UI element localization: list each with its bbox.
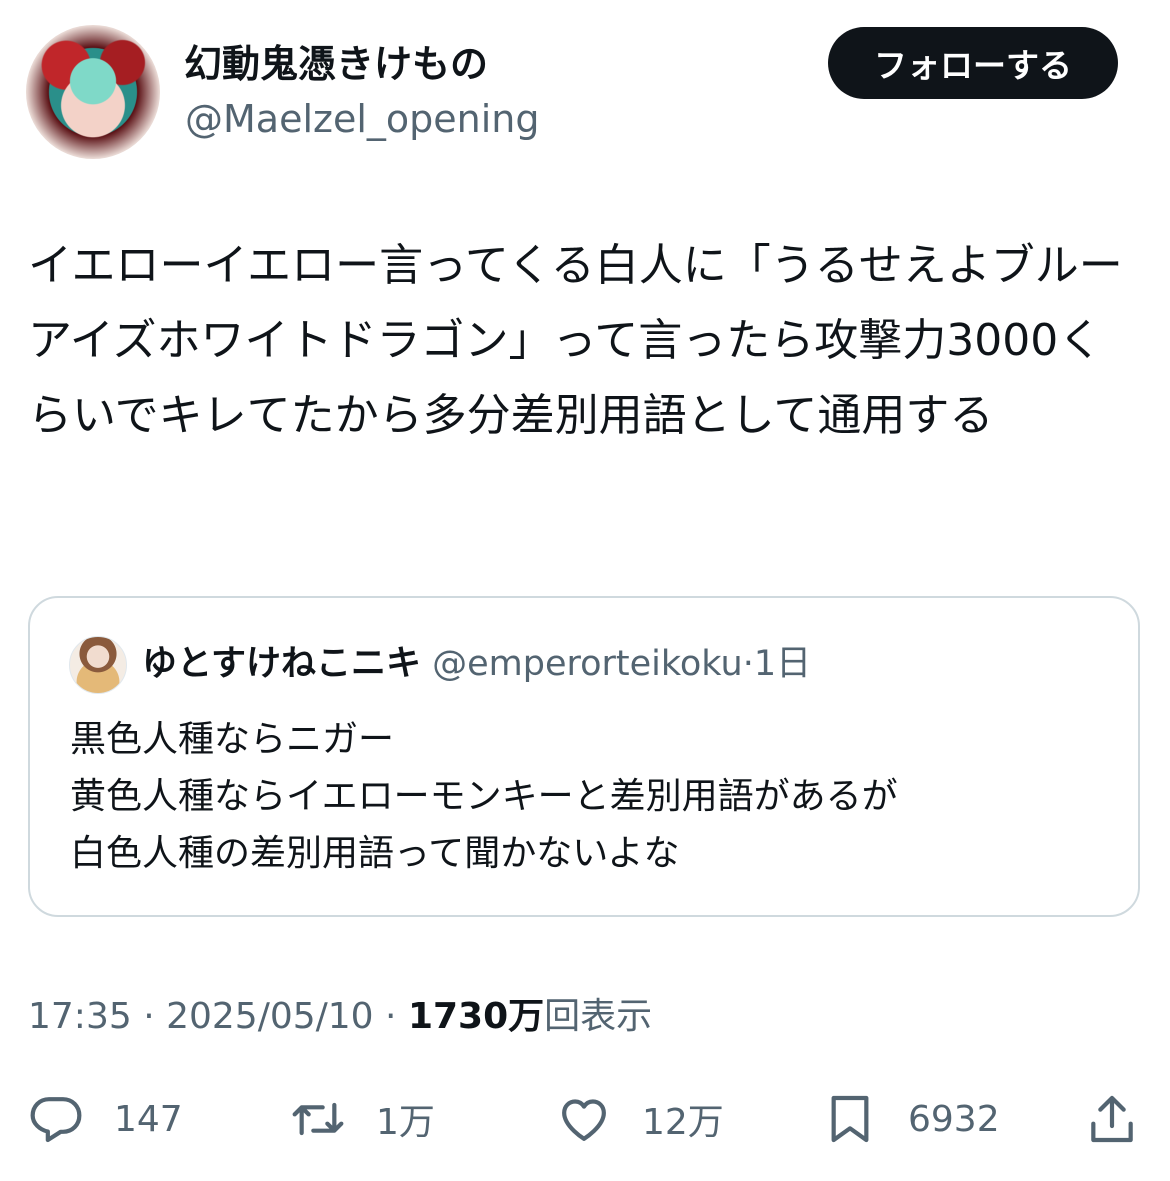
like-count: 12万 <box>642 1102 724 1143</box>
share-icon <box>1091 1095 1133 1143</box>
views-count: 1730万 <box>407 996 545 1037</box>
quoted-text: 黒色人種ならニガー 黄色人種ならイエローモンキーと差別用語があるが 白色人種の差… <box>70 719 898 874</box>
share-button[interactable] <box>1084 1093 1140 1145</box>
author-display-name[interactable]: 幻動鬼憑きけもの <box>184 42 488 86</box>
quoted-display-name: ゆとすけねこニキ <box>142 644 421 684</box>
tweet-date[interactable]: 2025/05/10 <box>166 996 374 1037</box>
bookmark-icon <box>831 1095 869 1143</box>
tweet-time[interactable]: 17:35 <box>28 996 132 1037</box>
author-avatar[interactable] <box>26 25 160 159</box>
retweet-icon <box>292 1102 344 1136</box>
meta-separator-2: · <box>373 996 408 1037</box>
quoted-separator: · <box>742 644 754 684</box>
tweet-meta: 17:35 · 2025/05/10 · 1730万回表示 <box>28 995 652 1039</box>
meta-separator: · <box>131 996 167 1037</box>
bookmark-button[interactable]: 6932 <box>822 1093 1000 1145</box>
author-handle[interactable]: @Maelzel_opening <box>185 97 540 141</box>
bookmark-count: 6932 <box>908 1098 1000 1140</box>
heart-icon <box>562 1099 606 1141</box>
quoted-header: ゆとすけねこニキ @emperorteikoku·1日 <box>142 642 811 686</box>
quoted-time: 1日 <box>753 644 812 684</box>
tweet-text: イエローイエロー言ってくる白人に「うるせえよブルーアイズホワイトドラゴン」って言… <box>28 240 1123 441</box>
quoted-tweet[interactable]: ゆとすけねこニキ @emperorteikoku·1日 黒色人種ならニガー 黄色… <box>28 596 1140 917</box>
follow-button[interactable]: フォローする <box>828 27 1118 99</box>
quoted-handle: @emperorteikoku <box>432 644 743 684</box>
retweet-count: 1万 <box>376 1102 435 1143</box>
reply-icon <box>30 1097 82 1143</box>
views-label: 回表示 <box>544 996 653 1037</box>
retweet-button[interactable]: 1万 <box>290 1093 435 1145</box>
reply-button[interactable]: 147 <box>28 1093 183 1145</box>
quoted-avatar[interactable] <box>69 636 127 694</box>
reply-count: 147 <box>114 1098 183 1140</box>
like-button[interactable]: 12万 <box>556 1093 724 1145</box>
